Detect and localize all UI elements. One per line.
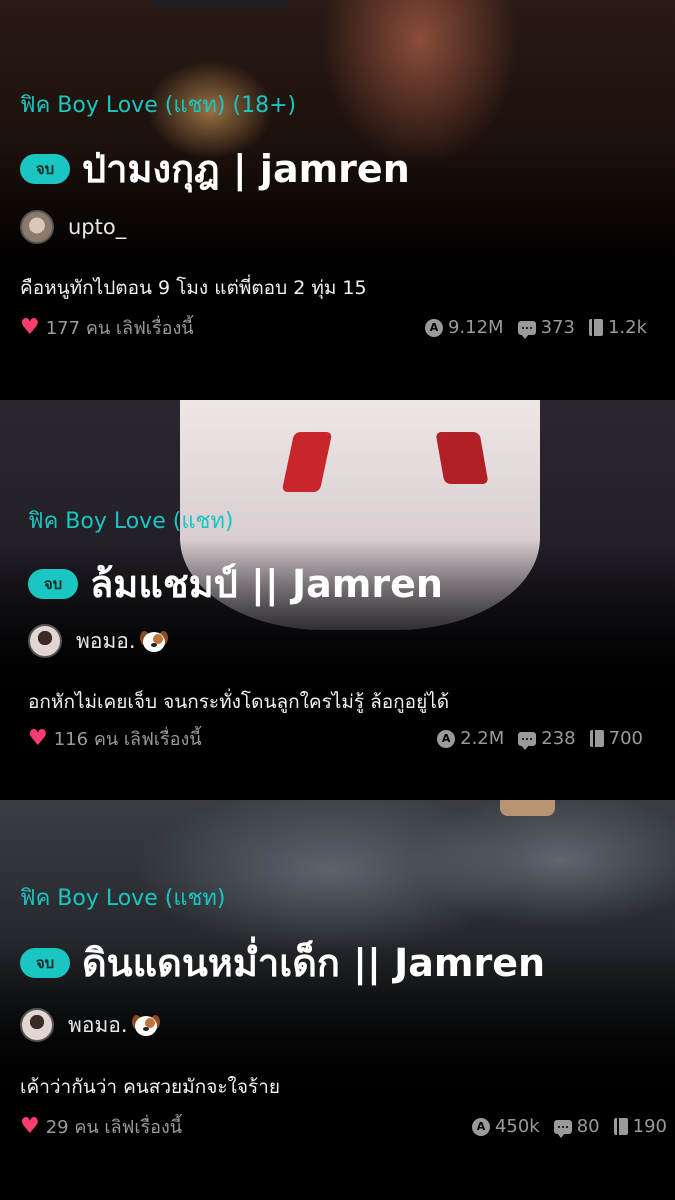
stats-row: ♥ 177 คน เลิฟเรื่องนี้ A 9.12M 373 1.2k [0, 313, 675, 342]
story-card[interactable]: ฟิค Boy Love (แชท) จบ ล้มแชมป์ || Jamren… [0, 400, 675, 800]
story-metrics: A 9.12M 373 1.2k [424, 317, 647, 339]
story-synopsis: คือหนูทักไปตอน 9 โมง แต่พี่ตอบ 2 ทุ่ม 15 [20, 277, 367, 299]
story-category: ฟิค Boy Love (แชท) [20, 886, 226, 911]
story-card[interactable]: ฟิค Boy Love (แชท) (18+) จบ ป่ามงกุฎ | j… [0, 0, 675, 400]
book-icon [613, 1118, 628, 1135]
author-name[interactable]: upto_ [68, 215, 126, 239]
likes-count: ♥ 177 คน เลิฟเรื่องนี้ [20, 313, 194, 342]
avatar[interactable] [28, 624, 62, 658]
likes-count: ♥ 116 คน เลิฟเรื่องนี้ [28, 724, 202, 753]
stats-row: ♥ 116 คน เลิฟเรื่องนี้ A 2.2M 238 700 [0, 724, 675, 753]
views-metric: A 450k [471, 1116, 540, 1137]
chapters-count: 190 [632, 1116, 667, 1137]
status-badge: จบ [28, 568, 78, 599]
status-badge: จบ [20, 153, 70, 184]
views-count: 2.2M [460, 728, 505, 749]
stats-row: ♥ 29 คน เลิฟเรื่องนี้ A 450k 80 190 [0, 1112, 675, 1141]
story-metrics: A 450k 80 190 [471, 1116, 667, 1138]
story-synopsis: เค้าว่ากันว่า คนสวยมักจะใจร้าย [20, 1076, 280, 1098]
chapters-metric: 1.2k [588, 317, 647, 338]
book-icon [589, 730, 604, 747]
author-row[interactable]: พอมอ. [20, 1008, 160, 1042]
views-metric: A 2.2M [437, 728, 504, 749]
views-count: 9.12M [447, 317, 504, 338]
comments-count: 80 [576, 1116, 600, 1137]
comments-metric: 80 [553, 1116, 600, 1138]
views-count: 450k [494, 1116, 540, 1137]
dog-emoji-icon [131, 1013, 160, 1039]
comment-icon [517, 320, 536, 339]
story-category: ฟิค Boy Love (แชท) [28, 509, 234, 534]
heart-icon: ♥ [20, 314, 40, 340]
avatar[interactable] [20, 1008, 54, 1042]
story-title[interactable]: ล้มแชมป์ || Jamren [90, 553, 443, 614]
views-metric: A 9.12M [424, 317, 504, 338]
author-name[interactable]: พอมอ. [68, 1009, 160, 1042]
comments-metric: 238 [518, 728, 576, 750]
author-row[interactable]: upto_ [20, 210, 126, 244]
story-title-row: จบ ล้มแชมป์ || Jamren [28, 553, 443, 614]
story-title[interactable]: ป่ามงกุฎ | jamren [82, 138, 410, 199]
author-row[interactable]: พอมอ. [28, 624, 168, 658]
book-icon [588, 319, 603, 336]
comments-count: 373 [540, 317, 575, 338]
story-synopsis: อกหักไม่เคยเจ็บ จนกระทั่งโดนลูกใครไม่รู้… [28, 691, 450, 713]
avatar[interactable] [20, 210, 54, 244]
story-category: ฟิค Boy Love (แชท) (18+) [20, 93, 297, 118]
likes-text: 116 คน เลิฟเรื่องนี้ [53, 729, 202, 750]
dog-emoji-icon [139, 629, 168, 655]
comment-icon [518, 731, 537, 750]
story-title-row: จบ ป่ามงกุฎ | jamren [20, 138, 410, 199]
author-name[interactable]: พอมอ. [76, 625, 168, 658]
chapters-count: 1.2k [607, 317, 647, 338]
likes-text: 177 คน เลิฟเรื่องนี้ [45, 318, 194, 339]
comments-count: 238 [541, 728, 576, 749]
views-icon: A [437, 729, 456, 748]
chapters-metric: 190 [613, 1116, 667, 1137]
story-title[interactable]: ดินแดนหม่ำเด็ก || Jamren [82, 932, 545, 993]
chapters-count: 700 [608, 728, 643, 749]
story-card[interactable]: ฟิค Boy Love (แชท) จบ ดินแดนหม่ำเด็ก || … [0, 800, 675, 1200]
heart-icon: ♥ [28, 725, 48, 751]
comments-metric: 373 [517, 317, 575, 339]
views-icon: A [471, 1117, 490, 1136]
comment-icon [553, 1119, 572, 1138]
status-badge: จบ [20, 947, 70, 978]
heart-icon: ♥ [20, 1113, 40, 1139]
story-title-row: จบ ดินแดนหม่ำเด็ก || Jamren [20, 932, 545, 993]
story-metrics: A 2.2M 238 700 [437, 728, 643, 750]
views-icon: A [424, 318, 443, 337]
likes-text: 29 คน เลิฟเรื่องนี้ [45, 1117, 183, 1138]
likes-count: ♥ 29 คน เลิฟเรื่องนี้ [20, 1112, 182, 1141]
chapters-metric: 700 [589, 728, 643, 749]
